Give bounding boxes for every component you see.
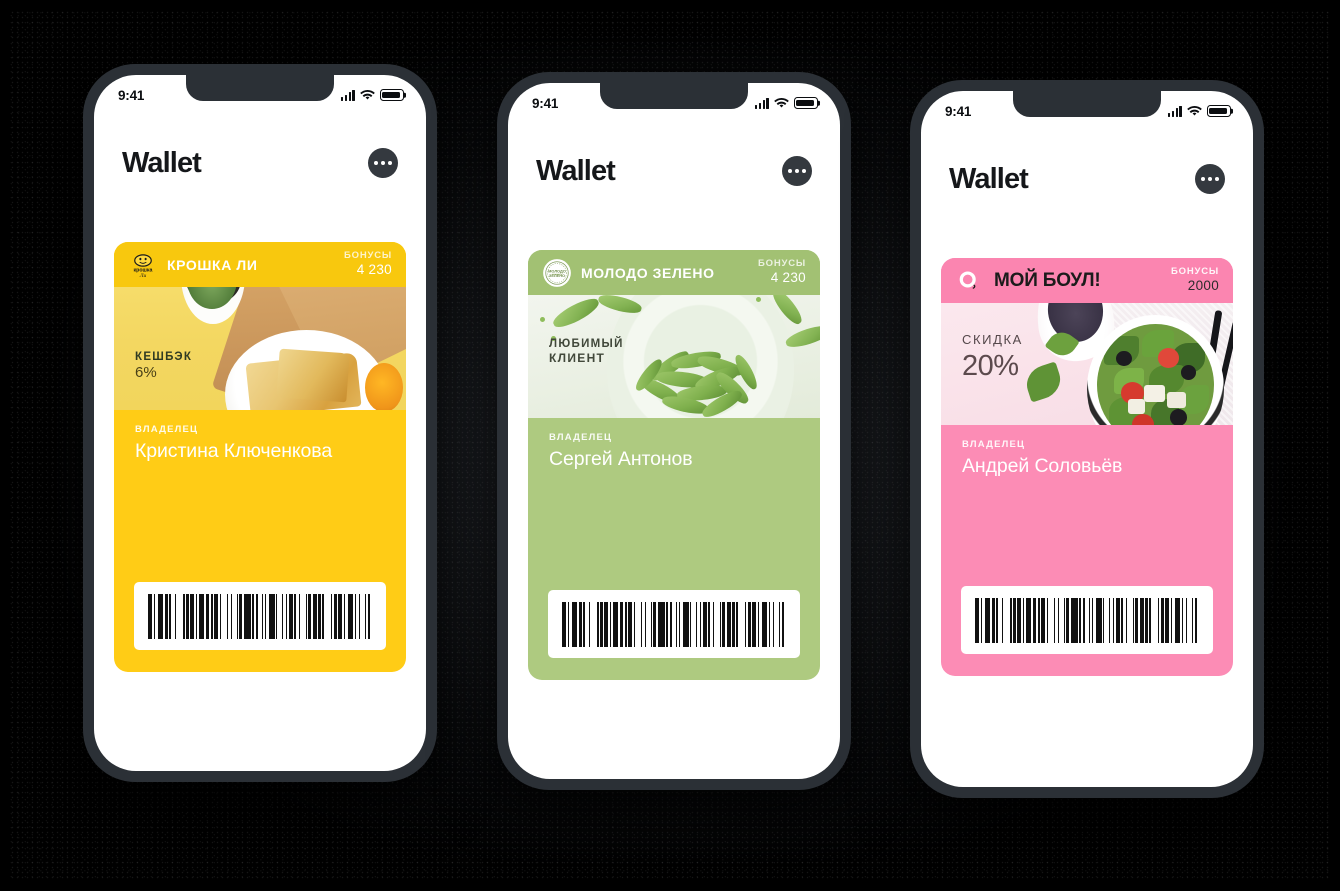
wifi-icon <box>1187 105 1202 116</box>
loyalty-card[interactable]: крошка Ли КРОШКА ЛИ БОНУСЫ 4 230 КЕШБЭК … <box>114 242 406 672</box>
card-brand-name: МОЛОДО ЗЕЛЕНО <box>581 264 715 281</box>
phone-mockup-1: 9:41 Wallet крошка Ли КРОШКА ЛИ БОНУСЫ 4… <box>83 64 437 782</box>
bonus-label: БОНУСЫ <box>344 250 392 262</box>
card-brand-name: МОЙ БОУЛ! <box>994 269 1101 291</box>
owner-name: Сергей Антонов <box>549 448 693 470</box>
card-photo: ЛЮБИМЫЙ КЛИЕНТ <box>528 295 820 418</box>
status-bar: 9:41 <box>921 91 1253 125</box>
battery-icon <box>380 89 404 101</box>
bonus-value: 4 230 <box>356 262 392 278</box>
status-bar: 9:41 <box>94 75 426 109</box>
wifi-icon <box>774 97 789 108</box>
page-title: Wallet <box>122 146 202 179</box>
status-bar-time: 9:41 <box>118 87 145 103</box>
card-offer-label: КЕШБЭК <box>135 351 193 363</box>
page-title: Wallet <box>949 162 1029 195</box>
card-header: МОЛОДО ЗЕЛЕНО МОЛОДО ЗЕЛЕНО БОНУСЫ 4 230 <box>528 250 820 295</box>
phone-mockup-2: 9:41 Wallet МОЛОДО ЗЕЛЕНО МОЛОДО ЗЕЛЕНО … <box>497 72 851 790</box>
barcode-icon[interactable] <box>134 582 386 650</box>
card-bonus-block: БОНУСЫ 2000 <box>1171 266 1219 294</box>
status-bar-icons <box>1167 105 1231 117</box>
card-offer-value: 20% <box>962 350 1019 383</box>
molodo-zeleno-logo-icon: МОЛОДО ЗЕЛЕНО <box>542 258 572 288</box>
card-offer-value: 6% <box>135 364 157 382</box>
screenshot-stage: 9:41 Wallet крошка Ли КРОШКА ЛИ БОНУСЫ 4… <box>0 0 1340 891</box>
status-bar-time: 9:41 <box>945 103 972 119</box>
card-owner-section: ВЛАДЕЛЕЦ Сергей Антонов <box>528 418 820 471</box>
cellular-signal-icon <box>340 89 355 101</box>
kroshka-li-logo-icon: крошка Ли <box>128 250 158 280</box>
status-bar-icons <box>340 89 404 101</box>
phone-mockup-3: 9:41 Wallet МОЙ БОУЛ! БОНУСЫ 2000 СКИДКА… <box>910 80 1264 798</box>
card-owner-section: ВЛАДЕЛЕЦ Андрей Соловьёв <box>941 425 1233 478</box>
wifi-icon <box>360 89 375 100</box>
barcode-icon[interactable] <box>548 590 800 658</box>
bonus-value: 4 230 <box>770 270 806 286</box>
phone-screen-3: 9:41 Wallet МОЙ БОУЛ! БОНУСЫ 2000 СКИДКА… <box>921 91 1253 787</box>
page-title: Wallet <box>536 154 616 187</box>
bonus-label: БОНУСЫ <box>1171 266 1219 278</box>
card-bonus-block: БОНУСЫ 4 230 <box>344 250 392 278</box>
app-header: Wallet <box>508 145 840 197</box>
moy-boul-logo-icon <box>955 266 985 296</box>
card-brand-name: КРОШКА ЛИ <box>167 256 258 273</box>
card-offer-badge: СКИДКА 20% <box>962 332 1023 385</box>
battery-icon <box>794 97 818 109</box>
owner-label: ВЛАДЕЛЕЦ <box>549 432 613 443</box>
card-owner-section: ВЛАДЕЛЕЦ Кристина Ключенкова <box>114 410 406 463</box>
owner-name: Кристина Ключенкова <box>135 440 333 462</box>
card-header: МОЙ БОУЛ! БОНУСЫ 2000 <box>941 258 1233 303</box>
card-bonus-block: БОНУСЫ 4 230 <box>758 258 806 286</box>
cellular-signal-icon <box>754 97 769 109</box>
status-bar-time: 9:41 <box>532 95 559 111</box>
more-options-icon[interactable] <box>368 148 398 178</box>
loyalty-card[interactable]: МОЙ БОУЛ! БОНУСЫ 2000 СКИДКА 20% ВЛАДЕЛЕ… <box>941 258 1233 676</box>
barcode-icon[interactable] <box>961 586 1213 654</box>
owner-label: ВЛАДЕЛЕЦ <box>962 439 1026 450</box>
barcode-stripes <box>148 593 372 639</box>
app-header: Wallet <box>94 137 426 189</box>
bonus-label: БОНУСЫ <box>758 258 806 270</box>
battery-icon <box>1207 105 1231 117</box>
phone-screen-1: 9:41 Wallet крошка Ли КРОШКА ЛИ БОНУСЫ 4… <box>94 75 426 771</box>
more-options-icon[interactable] <box>1195 164 1225 194</box>
card-offer-label: ЛЮБИМЫЙ <box>549 338 624 350</box>
bonus-value: 2000 <box>1187 278 1219 294</box>
loyalty-card[interactable]: МОЛОДО ЗЕЛЕНО МОЛОДО ЗЕЛЕНО БОНУСЫ 4 230 <box>528 250 820 680</box>
card-header: крошка Ли КРОШКА ЛИ БОНУСЫ 4 230 <box>114 242 406 287</box>
barcode-stripes <box>975 597 1199 643</box>
card-photo: КЕШБЭК 6% <box>114 287 406 410</box>
owner-label: ВЛАДЕЛЕЦ <box>135 424 199 435</box>
svg-text:Ли: Ли <box>139 273 147 279</box>
app-header: Wallet <box>921 153 1253 205</box>
owner-name: Андрей Соловьёв <box>962 455 1123 477</box>
card-offer-badge: КЕШБЭК 6% <box>135 350 192 383</box>
more-options-icon[interactable] <box>782 156 812 186</box>
phone-screen-2: 9:41 Wallet МОЛОДО ЗЕЛЕНО МОЛОДО ЗЕЛЕНО … <box>508 83 840 779</box>
card-offer-badge: ЛЮБИМЫЙ КЛИЕНТ <box>549 337 624 366</box>
cellular-signal-icon <box>1167 105 1182 117</box>
status-bar-icons <box>754 97 818 109</box>
card-offer-label: СКИДКА <box>962 332 1023 347</box>
svg-text:ЗЕЛЕНО: ЗЕЛЕНО <box>549 272 565 277</box>
card-photo: СКИДКА 20% <box>941 303 1233 425</box>
status-bar: 9:41 <box>508 83 840 117</box>
card-offer-value: КЛИЕНТ <box>549 351 606 366</box>
barcode-stripes <box>562 601 786 647</box>
card-photo-image <box>114 287 406 410</box>
